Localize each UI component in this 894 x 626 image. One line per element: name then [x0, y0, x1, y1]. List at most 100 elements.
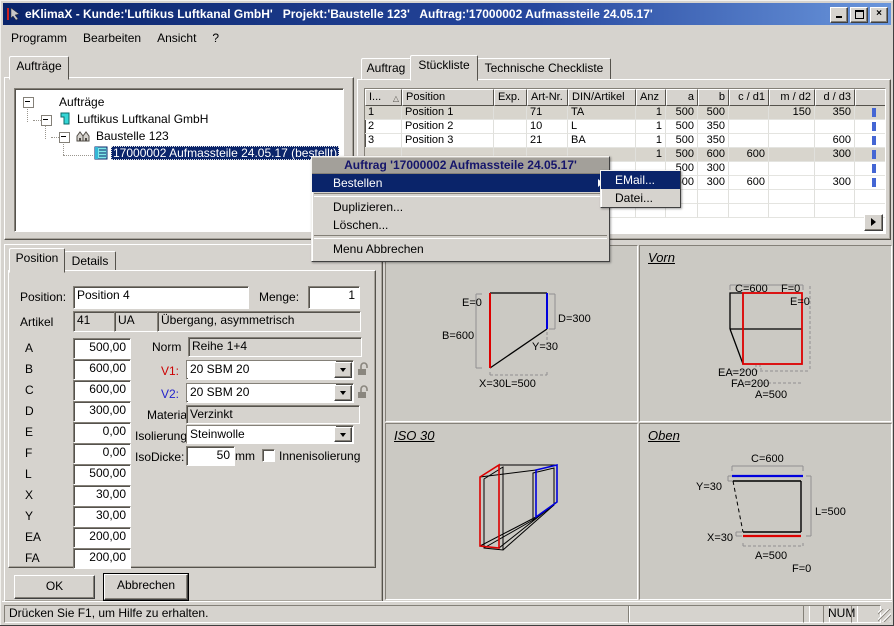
tree-connector [33, 120, 41, 121]
v1-combobox[interactable]: 20 SBM 20 [186, 360, 354, 380]
isodicke-unit: mm [235, 448, 255, 464]
v1-dropdown-arrow-icon[interactable] [334, 362, 352, 378]
scroll-right-button[interactable] [864, 214, 883, 231]
resize-grip[interactable] [878, 609, 891, 622]
cell: BA [568, 134, 636, 148]
dim-input-ea[interactable]: 200,00 [73, 527, 131, 548]
status-message: Drücken Sie F1, um Hilfe zu erhalten. [4, 605, 630, 623]
tab-auftraege[interactable]: Aufträge [9, 56, 69, 80]
cell: 500 [666, 120, 698, 134]
submenu-item-email[interactable]: EMail... [601, 171, 680, 189]
dim-input-d[interactable]: 300,00 [73, 401, 131, 422]
tree-item-root[interactable]: Aufträge [57, 95, 106, 109]
column-header[interactable]: Exp. [494, 89, 527, 106]
menu-help[interactable]: ? [204, 28, 227, 48]
minimize-button[interactable] [830, 7, 848, 23]
ok-button[interactable]: OK [14, 575, 95, 599]
menge-input[interactable]: 1 [308, 286, 360, 309]
tree-expander[interactable] [23, 97, 34, 108]
close-button[interactable]: × [870, 7, 888, 23]
cell [494, 134, 527, 148]
menu-ansicht[interactable]: Ansicht [149, 28, 204, 48]
column-header[interactable]: Position [402, 89, 494, 106]
column-header[interactable] [855, 89, 885, 106]
column-header[interactable]: c / d1 [729, 89, 769, 106]
innenisolierung-checkbox[interactable] [262, 449, 275, 462]
v2-value: 20 SBM 20 [187, 384, 336, 401]
column-header[interactable]: b [698, 89, 729, 106]
site-icon [76, 129, 91, 143]
dim-input-fa[interactable]: 200,00 [73, 548, 131, 569]
column-header[interactable]: m / d2 [769, 89, 815, 106]
tree-item-order[interactable]: 17000002 Aufmassteile 24.05.17 (bestellt… [111, 146, 339, 160]
context-menu-header: Auftrag '17000002 Aufmassteile 24.05.17' [312, 157, 609, 174]
cell: 2 [365, 120, 402, 134]
dim-label: Y=30 [696, 481, 722, 493]
cell: 350 [815, 106, 855, 120]
cell: Position 3 [402, 134, 494, 148]
dim-input-b[interactable]: 600,00 [73, 359, 131, 380]
cell: Position 1 [402, 106, 494, 120]
column-header[interactable]: DIN/Artikel [568, 89, 636, 106]
menu-bar: Programm Bearbeiten Ansicht ? [3, 27, 891, 48]
tab-auftrag[interactable]: Auftrag [361, 58, 411, 80]
tree-item-site[interactable]: Baustelle 123 [94, 129, 171, 143]
dim-input-a[interactable]: 500,00 [73, 338, 131, 359]
dim-input-e[interactable]: 0,00 [73, 422, 131, 443]
cell [729, 120, 769, 134]
title-bar[interactable]: eKlimaX - Kunde:'Luftikus Luftkanal GmbH… [3, 3, 891, 25]
norm-label: Norm [152, 339, 181, 355]
column-header[interactable]: Anz [636, 89, 666, 106]
table-row[interactable]: 1 Position 1 71 TA 1 500 500 150 350 [365, 106, 885, 120]
table-row[interactable]: 3 Position 3 21 BA 1 500 350 600 [365, 134, 885, 148]
artikel-label: Artikel [20, 314, 53, 330]
tab-techn-checkliste[interactable]: Technische Checkliste [477, 58, 611, 80]
position-label: Position: [20, 289, 66, 305]
table-row[interactable]: 2 Position 2 10 L 1 500 350 [365, 120, 885, 134]
column-header[interactable]: Art-Nr. [527, 89, 568, 106]
dim-input-c[interactable]: 600,00 [73, 380, 131, 401]
isolierung-dropdown-arrow-icon[interactable] [334, 427, 352, 442]
menu-programm[interactable]: Programm [3, 28, 75, 48]
column-header[interactable]: I...△ [365, 89, 402, 106]
column-header[interactable]: d / d3 [815, 89, 855, 106]
column-header[interactable]: a [666, 89, 698, 106]
menu-bearbeiten[interactable]: Bearbeiten [75, 28, 149, 48]
cell: 300 [815, 176, 855, 190]
abbrechen-button[interactable]: Abbrechen [104, 574, 188, 600]
menu-item-bestellen[interactable]: Bestellen [312, 174, 609, 192]
customer-icon [58, 112, 72, 126]
menu-item-loeschen[interactable]: Löschen... [312, 216, 609, 234]
submenu-item-datei[interactable]: Datei... [601, 189, 680, 207]
menu-item-abbrechen[interactable]: Menu Abbrechen [312, 240, 609, 258]
dim-label: C=600 [751, 453, 784, 465]
dim-input-x[interactable]: 30,00 [73, 485, 131, 506]
iso-drawing [386, 424, 635, 597]
tree-item-customer[interactable]: Luftikus Luftkanal GmbH [75, 112, 210, 126]
order-tree[interactable]: Aufträge Luftikus Luftkanal GmbH Baustel… [14, 88, 344, 232]
cell [769, 134, 815, 148]
tab-stueckliste[interactable]: Stückliste [410, 55, 478, 81]
cell [769, 148, 815, 162]
tab-position[interactable]: Position [9, 248, 65, 273]
cell: 1 [365, 106, 402, 120]
dim-input-f[interactable]: 0,00 [73, 443, 131, 464]
isolierung-combobox[interactable]: Steinwolle [186, 425, 354, 444]
maximize-button[interactable] [850, 7, 868, 23]
cell: Position 2 [402, 120, 494, 134]
tree-expander[interactable] [41, 115, 52, 126]
dim-input-y[interactable]: 30,00 [73, 506, 131, 527]
isodicke-input[interactable]: 50 [186, 446, 235, 466]
menu-item-duplizieren[interactable]: Duplizieren... [312, 198, 609, 216]
cell: 1 [636, 120, 666, 134]
cell [769, 162, 815, 176]
cell: 300 [815, 148, 855, 162]
artikel-nr-field: 41 [73, 311, 119, 332]
v2-dropdown-arrow-icon[interactable] [334, 385, 352, 401]
cell: 300 [698, 162, 729, 176]
dim-input-l[interactable]: 500,00 [73, 464, 131, 485]
tree-expander[interactable] [59, 132, 70, 143]
v2-combobox[interactable]: 20 SBM 20 [186, 383, 354, 403]
position-input[interactable]: Position 4 [73, 286, 249, 309]
app-icon[interactable] [6, 6, 22, 22]
